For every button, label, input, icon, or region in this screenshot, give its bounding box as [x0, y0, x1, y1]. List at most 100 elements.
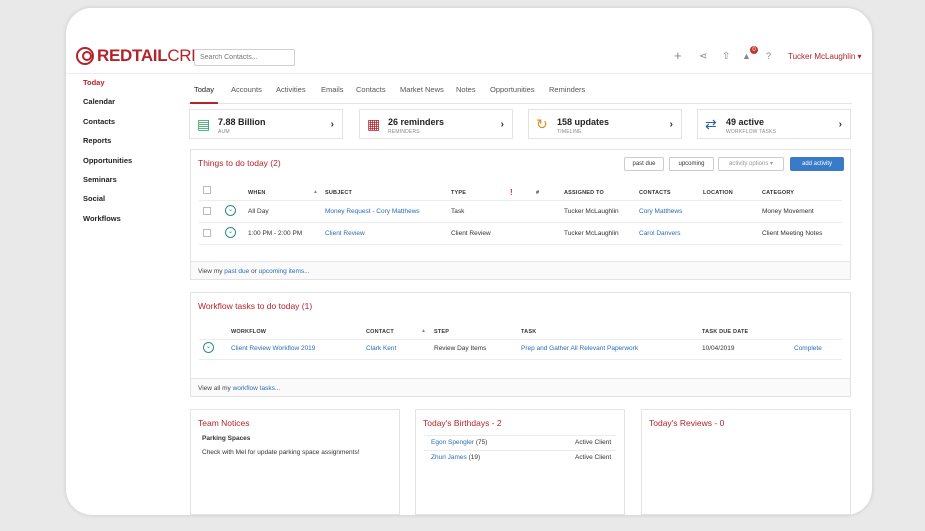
tab-market-news[interactable]: Market News [400, 78, 444, 104]
chevron-down-icon[interactable]: ⌄ [225, 227, 236, 238]
chevron-down-icon[interactable]: ⌄ [203, 342, 214, 353]
tab-emails[interactable]: Emails [321, 78, 344, 104]
tab-contacts[interactable]: Contacts [356, 78, 386, 104]
upcoming-items-link[interactable]: upcoming items... [259, 268, 310, 275]
row-divider [199, 359, 842, 360]
chevron-down-icon[interactable]: ⌄ [225, 205, 236, 216]
sidebar-item-reports[interactable]: Reports [83, 136, 173, 155]
plus-icon[interactable]: + [674, 48, 682, 63]
row-checkbox[interactable] [203, 207, 211, 215]
sidebar-item-calendar[interactable]: Calendar [83, 97, 173, 116]
cell-contact-link[interactable]: Clark Kent [366, 345, 396, 352]
stat-timeline[interactable]: ↻ 158 updates TIMELINE › [528, 109, 682, 139]
col-header-task[interactable]: TASK [521, 329, 536, 335]
col-header-assigned-to[interactable]: ASSIGNED TO [564, 190, 604, 196]
col-header-workflow[interactable]: WORKFLOW [231, 329, 266, 335]
workflow-tasks-panel: Workflow tasks to do today (1) WORKFLOW … [190, 292, 851, 397]
cell-task-link[interactable]: Prep and Gather All Relevant Paperwork [521, 345, 638, 352]
add-activity-button[interactable]: add activity [790, 157, 844, 171]
stat-label: AUM [218, 129, 230, 135]
top-bar: REDTAILCRM + ⋖ ⇧ ▲ 0 ? Tucker McLaughlin… [66, 40, 872, 74]
calendar-icon: ▦ [367, 116, 381, 132]
cell-contact-link[interactable]: Cory Matthews [639, 208, 682, 215]
tab-today[interactable]: Today [190, 78, 219, 104]
logo[interactable]: REDTAILCRM [76, 46, 205, 66]
col-header-priority[interactable]: ! [510, 188, 513, 197]
share-icon[interactable]: ⋖ [699, 51, 707, 62]
col-header-contact[interactable]: CONTACT [366, 329, 394, 335]
search-input[interactable] [194, 49, 295, 66]
birthday-item[interactable]: Zhuri James (19) [431, 454, 480, 461]
col-header-contacts[interactable]: CONTACTS [639, 190, 671, 196]
cell-subject-link[interactable]: Money Request - Cory Matthews [325, 208, 420, 215]
upcoming-button[interactable]: upcoming [669, 157, 714, 171]
header-divider [199, 200, 842, 201]
col-header-category[interactable]: CATEGORY [762, 190, 794, 196]
activity-options-dropdown[interactable]: activity options ▾ [718, 157, 784, 171]
cell-type: Client Review [451, 230, 491, 237]
things-footer: View my past due or upcoming items... [191, 261, 850, 279]
app-window: REDTAILCRM + ⋖ ⇧ ▲ 0 ? Tucker McLaughlin… [66, 8, 872, 515]
sidebar: Today Calendar Contacts Reports Opportun… [83, 78, 173, 233]
team-notices-panel: Team Notices Parking Spaces Check with M… [190, 409, 400, 515]
shuffle-icon: ⇄ [705, 116, 717, 132]
sidebar-item-today[interactable]: Today [83, 78, 173, 97]
bell-icon[interactable]: ▲ [742, 51, 751, 61]
col-header-due-date[interactable]: TASK DUE DATE [702, 329, 748, 335]
sidebar-item-opportunities[interactable]: Opportunities [83, 156, 173, 175]
workflow-tasks-link[interactable]: workflow tasks... [233, 385, 281, 392]
birthdays-panel: Today's Birthdays - 2 Egon Spengler (75)… [415, 409, 625, 515]
cell-workflow-link[interactable]: Client Review Workflow 2019 [231, 345, 315, 352]
tab-notes[interactable]: Notes [456, 78, 476, 104]
tab-reminders[interactable]: Reminders [549, 78, 585, 104]
col-header-step[interactable]: STEP [434, 329, 449, 335]
row-divider [424, 435, 616, 436]
birthday-name-link[interactable]: Zhuri James [431, 454, 467, 461]
sidebar-item-workflows[interactable]: Workflows [83, 214, 173, 233]
select-all-checkbox[interactable] [203, 186, 211, 194]
user-menu[interactable]: Tucker McLaughlin ▾ [788, 52, 862, 61]
logo-icon [76, 47, 94, 65]
stat-label: TIMELINE [557, 129, 582, 135]
stat-value: 7.88 Billion [218, 117, 266, 127]
stat-aum[interactable]: ▤ 7.88 Billion AUM › [189, 109, 343, 139]
stat-reminders[interactable]: ▦ 26 reminders REMINDERS › [359, 109, 513, 139]
tab-opportunities[interactable]: Opportunities [490, 78, 535, 104]
sidebar-item-social[interactable]: Social [83, 194, 173, 213]
logo-bold: REDTAIL [97, 46, 168, 65]
birthday-age: (19) [468, 454, 481, 461]
stat-workflow-tasks[interactable]: ⇄ 49 active WORKFLOW TASKS › [697, 109, 851, 139]
stat-value: 26 reminders [388, 117, 445, 127]
col-header-when[interactable]: WHEN [248, 190, 266, 196]
col-header-type[interactable]: TYPE [451, 190, 466, 196]
bar-chart-icon: ▤ [197, 116, 211, 132]
upload-icon[interactable]: ⇧ [722, 51, 730, 62]
sidebar-item-seminars[interactable]: Seminars [83, 175, 173, 194]
panel-title: Things to do today (2) [198, 158, 281, 168]
tab-accounts[interactable]: Accounts [231, 78, 262, 104]
cell-subject-link[interactable]: Client Review [325, 230, 365, 237]
reviews-panel: Today's Reviews - 0 [641, 409, 851, 515]
stat-label: REMINDERS [388, 129, 420, 135]
birthday-name-link[interactable]: Egon Spengler [431, 439, 474, 446]
history-icon: ↻ [536, 116, 548, 132]
sort-caret-icon: ▲ [421, 328, 427, 334]
col-header-number[interactable]: # [536, 190, 539, 196]
past-due-link[interactable]: past due [224, 268, 249, 275]
row-checkbox[interactable] [203, 229, 211, 237]
col-header-location[interactable]: LOCATION [703, 190, 733, 196]
help-icon[interactable]: ? [766, 51, 771, 61]
cell-category: Client Meeting Notes [762, 230, 823, 237]
sidebar-item-contacts[interactable]: Contacts [83, 117, 173, 136]
cell-contact-link[interactable]: Carol Danvers [639, 230, 681, 237]
tab-activities[interactable]: Activities [276, 78, 306, 104]
tab-bar: Today Accounts Activities Emails Contact… [188, 78, 852, 104]
col-header-subject[interactable]: SUBJECT [325, 190, 352, 196]
notice-heading: Parking Spaces [202, 435, 251, 442]
chevron-right-icon: › [669, 119, 673, 130]
past-due-button[interactable]: past due [624, 157, 664, 171]
row-divider [199, 222, 842, 223]
birthday-age: (75) [475, 439, 488, 446]
birthday-item[interactable]: Egon Spengler (75) [431, 439, 487, 446]
complete-link[interactable]: Complete [794, 345, 822, 352]
